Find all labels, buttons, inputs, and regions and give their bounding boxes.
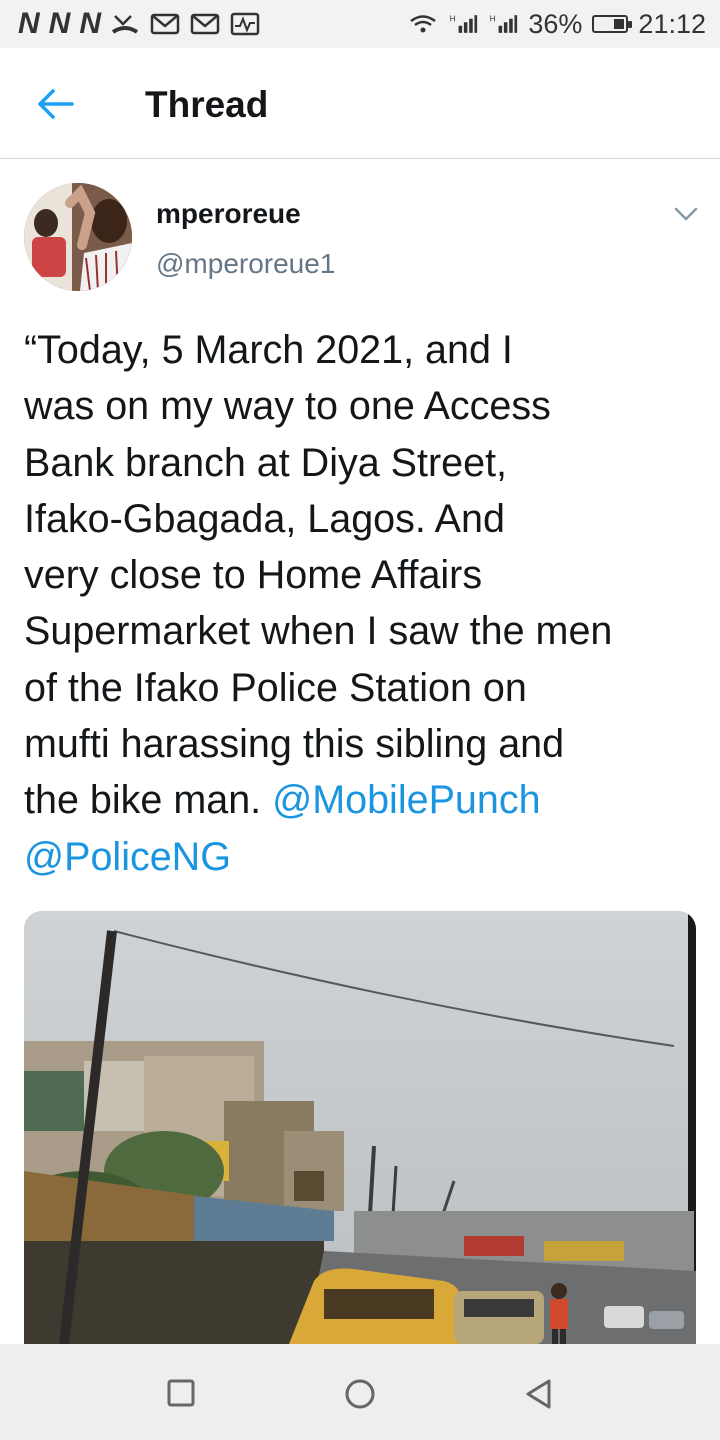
page-title: Thread (145, 84, 269, 125)
mail-icon (150, 12, 180, 36)
mention-link[interactable]: @MobilePunch (272, 778, 540, 822)
system-indicators: H H 36% 21:12 (408, 9, 706, 40)
svg-text:H: H (490, 14, 496, 23)
mail-icon (190, 12, 220, 36)
back-arrow-icon[interactable] (36, 86, 76, 122)
activity-icon (230, 12, 260, 36)
mention-link[interactable]: @PoliceNG (24, 835, 231, 879)
recents-square-icon[interactable] (166, 1378, 196, 1408)
tweet-media[interactable] (24, 911, 696, 1344)
tweet-text: “Today, 5 March 2021, and I was on my wa… (24, 322, 696, 885)
signal-icon: H (448, 12, 478, 36)
user-handle[interactable]: @mperoreue1 (156, 248, 335, 280)
notification-n-icon: N (18, 7, 40, 40)
missed-call-icon (110, 12, 140, 36)
display-name[interactable]: mperoreue (156, 198, 301, 230)
status-bar: N N N H H 36% 21:12 (0, 0, 720, 48)
battery-percent: 36% (528, 8, 583, 39)
home-circle-icon[interactable] (344, 1378, 375, 1409)
tweet-body: “Today, 5 March 2021, and I was on my wa… (24, 328, 613, 823)
system-nav-bar (0, 1344, 720, 1440)
wifi-icon (408, 12, 438, 36)
app-header: Thread (0, 48, 720, 159)
notification-icons: N N N (18, 9, 260, 39)
street-photo (24, 911, 696, 1344)
back-triangle-icon[interactable] (524, 1378, 554, 1409)
notification-n-icon: N (48, 7, 71, 40)
svg-text:H: H (450, 14, 456, 23)
clock: 21:12 (638, 8, 706, 39)
battery-icon (592, 15, 633, 33)
signal-icon: H (488, 12, 518, 36)
notification-n-icon: N (79, 7, 101, 40)
chevron-down-icon[interactable] (672, 204, 700, 224)
avatar[interactable] (24, 183, 132, 291)
